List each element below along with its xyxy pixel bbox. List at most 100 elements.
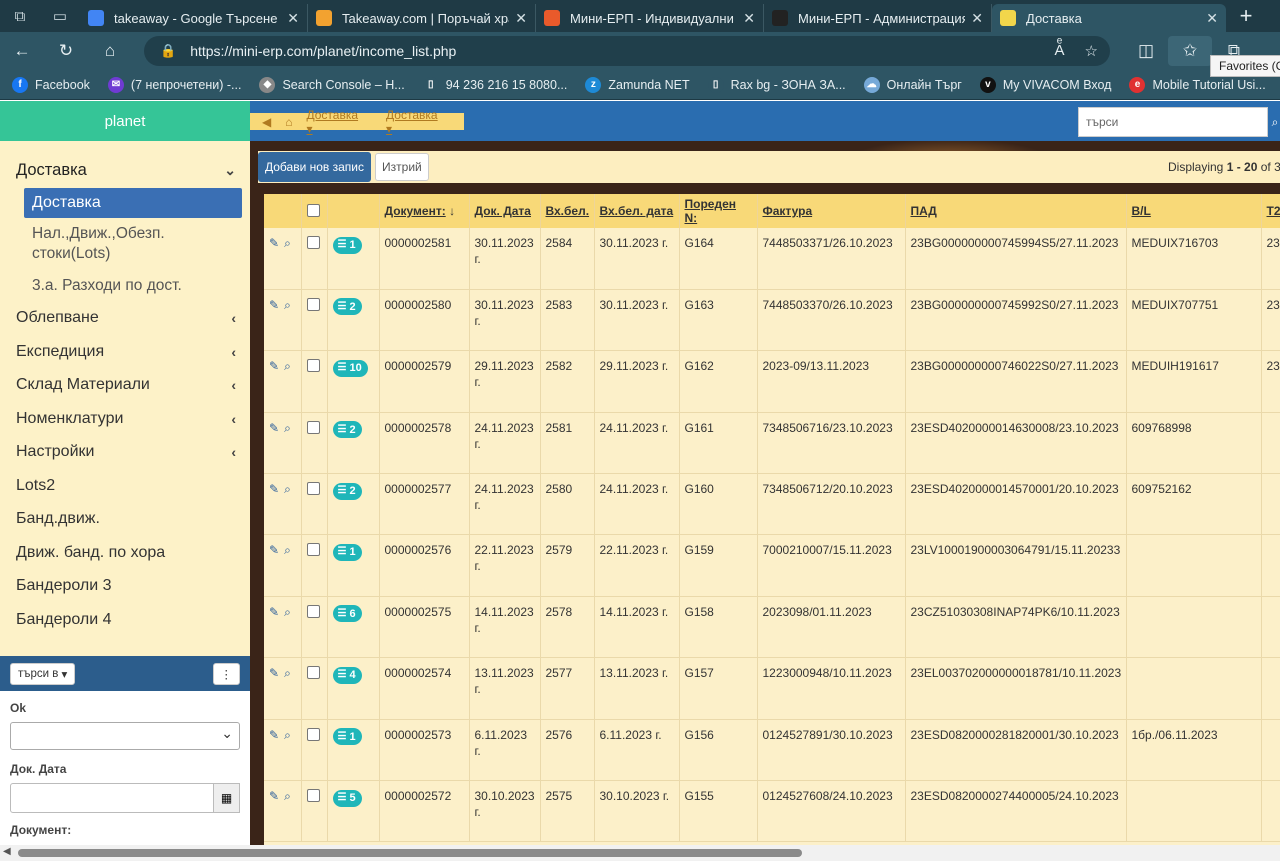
ok-filter-select[interactable] — [10, 722, 240, 750]
add-favorite-star-icon[interactable]: ☆ — [1085, 42, 1098, 60]
edit-pencil-icon[interactable]: ✎ — [269, 542, 279, 558]
delete-button[interactable]: Изтрий — [375, 153, 429, 181]
items-count-badge[interactable]: ☰ 2 — [332, 298, 362, 316]
close-tab-icon[interactable]: ✕ — [971, 10, 983, 27]
edit-pencil-icon[interactable]: ✎ — [269, 420, 279, 436]
view-magnifier-icon[interactable]: ⌕ — [284, 542, 291, 558]
close-tab-icon[interactable]: ✕ — [287, 10, 299, 27]
row-select[interactable] — [301, 719, 328, 782]
row-checkbox[interactable] — [306, 666, 320, 680]
header-t2[interactable]: T2 — [1261, 194, 1280, 228]
bookmark-item-2[interactable]: ◆ Search Console – H... — [259, 76, 405, 93]
menu-section-delivery[interactable]: Доставка ⌄ — [0, 154, 250, 188]
search-input[interactable]: търси — [1078, 107, 1268, 137]
items-count-badge[interactable]: ☰ 1 — [332, 728, 362, 746]
items-count-badge[interactable]: ☰ 1 — [332, 236, 362, 254]
header-vh-bel[interactable]: Вх.бел. — [540, 194, 595, 228]
reload-icon[interactable]: ↻ — [44, 32, 88, 70]
browser-tab-2[interactable]: Мини-ЕРП - Индивидуални р ✕ — [536, 4, 764, 32]
table-row[interactable]: ✎ ⌕ ☰ 2 0000002578 24.11.2023 г. 2581 24.11.202… — [264, 412, 1280, 475]
header-seq[interactable]: Пореден N: — [679, 194, 758, 228]
row-count[interactable]: ☰ 10 — [327, 350, 380, 413]
edit-pencil-icon[interactable]: ✎ — [269, 297, 279, 313]
close-tab-icon[interactable]: ✕ — [1206, 10, 1218, 27]
calendar-icon[interactable]: ▦ — [214, 783, 240, 813]
bookmark-item-4[interactable]: z Zamunda NET — [585, 76, 690, 93]
row-checkbox[interactable] — [306, 420, 320, 434]
close-tab-icon[interactable]: ✕ — [743, 10, 755, 27]
row-checkbox[interactable] — [306, 236, 320, 249]
breadcrumb-item-2[interactable]: Доставка ▾ — [386, 108, 452, 136]
menu-section-9[interactable]: Бандероли 4 — [0, 603, 250, 637]
row-select[interactable] — [301, 412, 328, 475]
items-count-badge[interactable]: ☰ 2 — [332, 421, 362, 439]
bookmark-item-7[interactable]: v My VIVACOM Вход — [979, 76, 1111, 93]
row-count[interactable]: ☰ 2 — [327, 412, 380, 475]
header-select-all[interactable] — [301, 194, 328, 228]
row-select[interactable] — [301, 289, 328, 352]
bookmark-item-8[interactable]: e Mobile Tutorial Usi... — [1129, 76, 1266, 93]
row-select[interactable] — [301, 596, 328, 659]
table-row[interactable]: ✎ ⌕ ☰ 1 0000002573 6.11.2023 г. 2576 6.11.2023 … — [264, 719, 1280, 782]
row-count[interactable]: ☰ 2 — [327, 289, 380, 352]
menu-section-3[interactable]: Номенклатури ‹ — [0, 402, 250, 436]
bookmark-item-1[interactable]: ✉ (7 непрочетени) -... — [107, 76, 241, 93]
menu-section-2[interactable]: Склад Материали ‹ — [0, 369, 250, 403]
bookmark-item-0[interactable]: f Facebook — [12, 76, 90, 93]
scrollbar-thumb[interactable] — [18, 849, 802, 857]
row-count[interactable]: ☰ 2 — [327, 473, 380, 536]
edit-pencil-icon[interactable]: ✎ — [269, 235, 279, 251]
home-icon[interactable]: ⌂ — [88, 32, 132, 70]
row-select[interactable] — [301, 228, 328, 290]
row-checkbox[interactable] — [306, 789, 320, 803]
brand-title[interactable]: planet — [0, 101, 250, 141]
url-field[interactable]: 🔒 https://mini-erp.com/planet/income_lis… — [144, 36, 1110, 66]
submenu-item-delivery-costs[interactable]: 3.а. Разходи по дост. — [24, 270, 250, 302]
table-row[interactable]: ✎ ⌕ ☰ 2 0000002580 30.11.2023 г. 2583 30.11.202… — [264, 289, 1280, 352]
row-count[interactable]: ☰ 1 — [327, 228, 380, 290]
row-checkbox[interactable] — [306, 543, 320, 557]
menu-section-4[interactable]: Настройки ‹ — [0, 436, 250, 470]
home-breadcrumb-icon[interactable]: ⌂ — [285, 115, 292, 129]
menu-section-7[interactable]: Движ. банд. по хора — [0, 536, 250, 570]
submenu-item-delivery-active[interactable]: Доставка — [24, 187, 242, 218]
row-count[interactable]: ☰ 1 — [327, 719, 380, 782]
row-checkbox[interactable] — [306, 482, 320, 496]
header-bl[interactable]: B/L — [1126, 194, 1262, 228]
items-count-badge[interactable]: ☰ 4 — [332, 666, 362, 684]
edit-pencil-icon[interactable]: ✎ — [269, 604, 279, 620]
header-pad[interactable]: ПАД — [905, 194, 1127, 228]
header-doc-date[interactable]: Док. Дата — [469, 194, 541, 228]
horizontal-scrollbar[interactable]: ◀ — [0, 845, 1280, 861]
browser-tab-4[interactable]: Доставка ✕ — [992, 4, 1226, 32]
row-checkbox[interactable] — [306, 604, 320, 618]
menu-section-0[interactable]: Облепване ‹ — [0, 302, 250, 336]
table-row[interactable]: ✎ ⌕ ☰ 1 0000002576 22.11.2023 г. 2579 22.11.202… — [264, 534, 1280, 597]
items-count-badge[interactable]: ☰ 1 — [332, 543, 362, 561]
row-select[interactable] — [301, 534, 328, 597]
view-magnifier-icon[interactable]: ⌕ — [284, 481, 291, 497]
edit-pencil-icon[interactable]: ✎ — [269, 481, 279, 497]
row-checkbox[interactable] — [306, 297, 320, 311]
table-row[interactable]: ✎ ⌕ ☰ 1 0000002581 30.11.2023 г. 2584 30.11.202… — [264, 228, 1280, 290]
menu-section-1[interactable]: Експедиция ‹ — [0, 335, 250, 369]
items-count-badge[interactable]: ☰ 2 — [332, 482, 362, 500]
new-tab-button[interactable]: + — [1226, 0, 1266, 32]
view-magnifier-icon[interactable]: ⌕ — [284, 604, 291, 620]
view-magnifier-icon[interactable]: ⌕ — [284, 665, 291, 681]
view-magnifier-icon[interactable]: ⌕ — [284, 358, 291, 374]
edit-pencil-icon[interactable]: ✎ — [269, 358, 279, 374]
edit-pencil-icon[interactable]: ✎ — [269, 665, 279, 681]
view-magnifier-icon[interactable]: ⌕ — [284, 727, 291, 743]
add-record-button[interactable]: Добави нов запис — [258, 152, 372, 182]
header-vh-bel-date[interactable]: Вх.бел. дата — [594, 194, 680, 228]
bookmark-item-5[interactable]: ▯ Rax bg - ЗОНА ЗА... — [707, 76, 846, 93]
submenu-item-lots[interactable]: Нал.,Движ.,Обезп. стоки(Lots) — [24, 218, 250, 270]
row-select[interactable] — [301, 657, 328, 720]
split-screen-icon[interactable]: ◫ — [1124, 32, 1168, 70]
items-count-badge[interactable]: ☰ 6 — [332, 605, 362, 623]
select-all-checkbox[interactable] — [306, 203, 320, 217]
edit-pencil-icon[interactable]: ✎ — [269, 727, 279, 743]
row-select[interactable] — [301, 473, 328, 536]
close-tab-icon[interactable]: ✕ — [515, 10, 527, 27]
